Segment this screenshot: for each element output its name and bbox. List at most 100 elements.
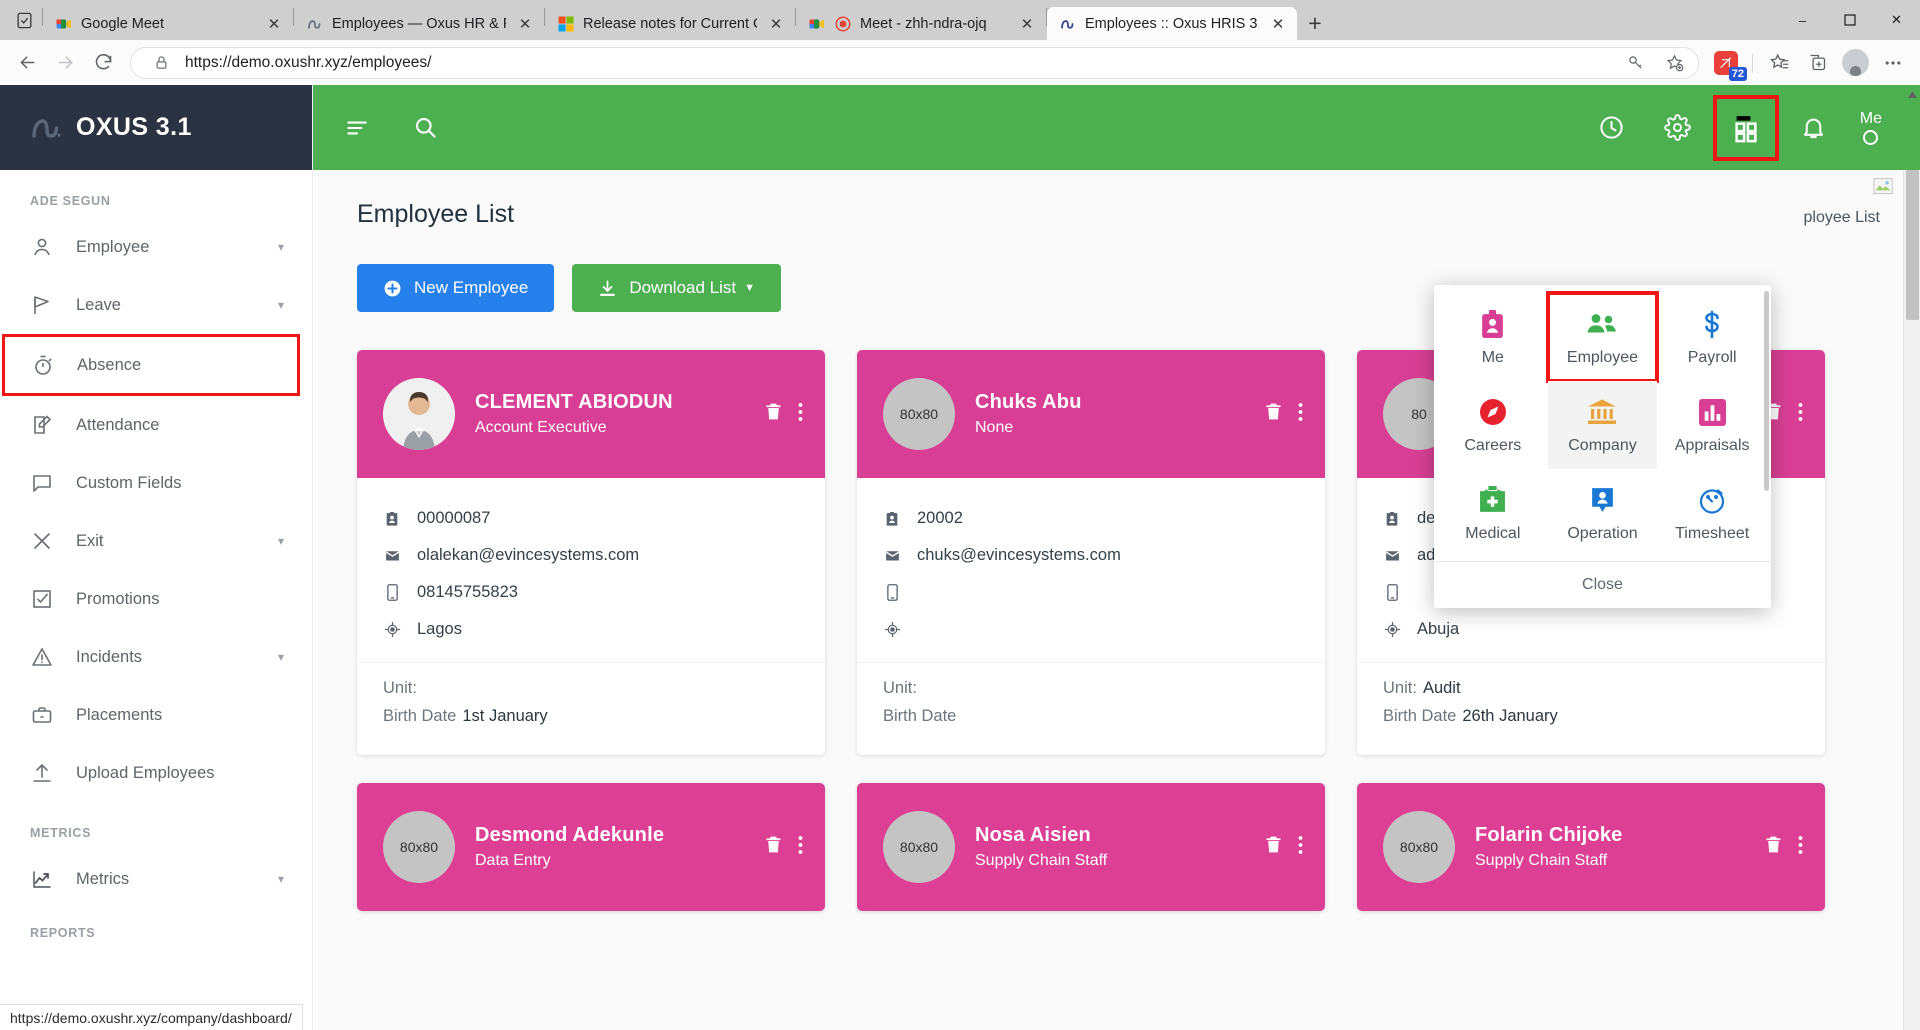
apps-item-label: Careers (1464, 437, 1522, 454)
address-bar[interactable]: https://demo.oxushr.xyz/employees/ (130, 46, 1699, 79)
apps-item-company[interactable]: Company (1547, 381, 1658, 469)
apps-item-label: Medical (1465, 525, 1521, 542)
apps-item-payroll[interactable]: Payroll (1657, 293, 1767, 381)
browser-tab[interactable]: Meet - zhh-ndra-ojq ✕ (796, 7, 1046, 40)
browser-tab-active[interactable]: Employees :: Oxus HRIS 3.1 ✕ (1047, 7, 1297, 40)
brand-header[interactable]: OXUS 3.1 (0, 85, 312, 170)
close-icon[interactable]: ✕ (1016, 13, 1038, 35)
employee-email: chuks@evincesystems.com (917, 546, 1121, 564)
employee-role: Account Executive (475, 419, 607, 436)
scroll-up-arrow-icon[interactable] (1904, 85, 1920, 103)
apps-item-careers[interactable]: Careers (1438, 381, 1548, 469)
scrollbar-thumb[interactable] (1906, 170, 1919, 320)
sidebar-item-leave[interactable]: Leave ▾ (0, 276, 312, 334)
employee-card[interactable]: 80x80 Chuks Abu None 20002 chuks@evinces… (857, 350, 1325, 755)
apps-item-me[interactable]: Me (1438, 293, 1548, 381)
sidebar-item-placements[interactable]: Placements (0, 686, 312, 744)
upload-icon (30, 761, 54, 785)
apps-item-employee[interactable]: Employee (1545, 291, 1660, 383)
close-icon[interactable]: ✕ (514, 13, 536, 35)
apps-item-appraisals[interactable]: Appraisals (1657, 381, 1767, 469)
sidebar-item-incidents[interactable]: Incidents ▾ (0, 628, 312, 686)
minimize-button[interactable]: – (1779, 0, 1826, 40)
page-scrollbar[interactable] (1903, 90, 1920, 1030)
employee-card-body: 00000087 olalekan@evincesystems.com 0814… (357, 478, 825, 662)
search-icon[interactable] (405, 108, 445, 148)
employee-location-row: Lagos (383, 611, 799, 648)
chevron-down-icon: ▾ (277, 534, 284, 548)
unit-label: Unit: (883, 679, 917, 697)
trash-icon[interactable] (763, 401, 784, 427)
browser-tab[interactable]: Google Meet ✕ (43, 7, 293, 40)
apps-dropdown-close-button[interactable]: Close (1434, 561, 1771, 608)
new-tab-button[interactable]: + (1297, 7, 1333, 40)
apps-item-operation[interactable]: Operation (1548, 469, 1658, 557)
birth-label: Birth Date (1383, 707, 1457, 725)
toolbar-divider (1752, 52, 1753, 73)
key-icon[interactable] (1622, 49, 1650, 77)
kebab-menu-icon[interactable] (1298, 402, 1303, 427)
sidebar-item-exit[interactable]: Exit ▾ (0, 512, 312, 570)
trash-icon[interactable] (1263, 401, 1284, 427)
chevron-down-icon: ▾ (277, 650, 284, 664)
employee-phone-row: 08145755823 (383, 574, 799, 611)
employee-card-header: 80x80 Desmond Adekunle Data Entry (357, 783, 825, 911)
sidebar-item-employee[interactable]: Employee ▾ (0, 218, 312, 276)
browser-window: Google Meet ✕ Employees — Oxus HR & Payr… (0, 0, 1920, 1030)
employee-card[interactable]: CLEMENT ABIODUN Account Executive 000000… (357, 350, 825, 755)
sidebar-item-upload-employees[interactable]: Upload Employees (0, 744, 312, 802)
favorites-list-icon[interactable] (1762, 46, 1796, 80)
sidebar-item-absence[interactable]: Absence (2, 334, 300, 396)
sidebar-item-promotions[interactable]: Promotions (0, 570, 312, 628)
tab-search-icon[interactable] (6, 0, 42, 40)
sidebar-item-attendance[interactable]: Attendance (0, 396, 312, 454)
kebab-menu-icon[interactable] (1798, 835, 1803, 860)
apps-item-medical[interactable]: Medical (1438, 469, 1548, 557)
hamburger-icon[interactable] (337, 108, 377, 148)
new-employee-button[interactable]: New Employee (357, 264, 555, 312)
back-icon[interactable] (10, 46, 44, 80)
extension-badge[interactable]: 72 (1709, 46, 1747, 81)
close-icon[interactable]: ✕ (1267, 13, 1289, 35)
download-list-button[interactable]: Download List ▼ (572, 264, 781, 312)
forward-icon[interactable] (48, 46, 82, 80)
browser-tab[interactable]: Release notes for Current Channel ✕ (545, 7, 795, 40)
employee-card[interactable]: 80x80 Desmond Adekunle Data Entry (357, 783, 825, 911)
employee-location-row (883, 611, 1299, 648)
sidebar-item-label: Placements (76, 705, 163, 724)
trash-icon[interactable] (763, 834, 784, 860)
favorite-star-icon[interactable] (1660, 49, 1688, 77)
gear-icon[interactable] (1658, 108, 1698, 148)
sidebar-item-metrics[interactable]: Metrics ▾ (0, 850, 312, 908)
kebab-menu-icon[interactable] (798, 835, 803, 860)
close-window-button[interactable]: ✕ (1873, 0, 1920, 40)
close-icon[interactable]: ✕ (263, 13, 285, 35)
trash-icon[interactable] (1763, 834, 1784, 860)
url-text: https://demo.oxushr.xyz/employees/ (185, 53, 432, 71)
kebab-menu-icon[interactable] (1298, 835, 1303, 860)
browser-tab[interactable]: Employees — Oxus HR & Payroll ✕ (294, 7, 544, 40)
target-pin-icon (883, 621, 901, 638)
bell-icon[interactable] (1794, 108, 1834, 148)
sidebar-item-custom-fields[interactable]: Custom Fields (0, 454, 312, 512)
dropdown-scrollbar[interactable] (1764, 291, 1769, 491)
clock-icon[interactable] (1592, 108, 1632, 148)
kebab-menu-icon[interactable] (798, 402, 803, 427)
collections-icon[interactable] (1800, 46, 1834, 80)
maximize-button[interactable] (1826, 0, 1873, 40)
employee-card[interactable]: 80x80 Folarin Chijoke Supply Chain Staff (1357, 783, 1825, 911)
employee-card[interactable]: 80x80 Nosa Aisien Supply Chain Staff (857, 783, 1325, 911)
kebab-menu-icon[interactable] (1798, 402, 1803, 427)
trash-icon[interactable] (1263, 834, 1284, 860)
reload-icon[interactable] (86, 46, 120, 80)
browser-menu-icon[interactable] (1876, 46, 1910, 80)
apps-grid-icon[interactable] (1712, 94, 1779, 161)
employee-unit-line: Unit: (383, 679, 799, 698)
employee-grid-row2: 80x80 Desmond Adekunle Data Entry 80x80 … (313, 755, 1920, 911)
sidebar-item-label: Upload Employees (76, 763, 215, 782)
apps-item-timesheet[interactable]: Timesheet (1657, 469, 1767, 557)
user-menu[interactable]: Me (1860, 110, 1882, 146)
profile-button[interactable] (1838, 46, 1872, 80)
close-icon[interactable]: ✕ (765, 13, 787, 35)
sidebar-item-label: Absence (77, 355, 142, 374)
